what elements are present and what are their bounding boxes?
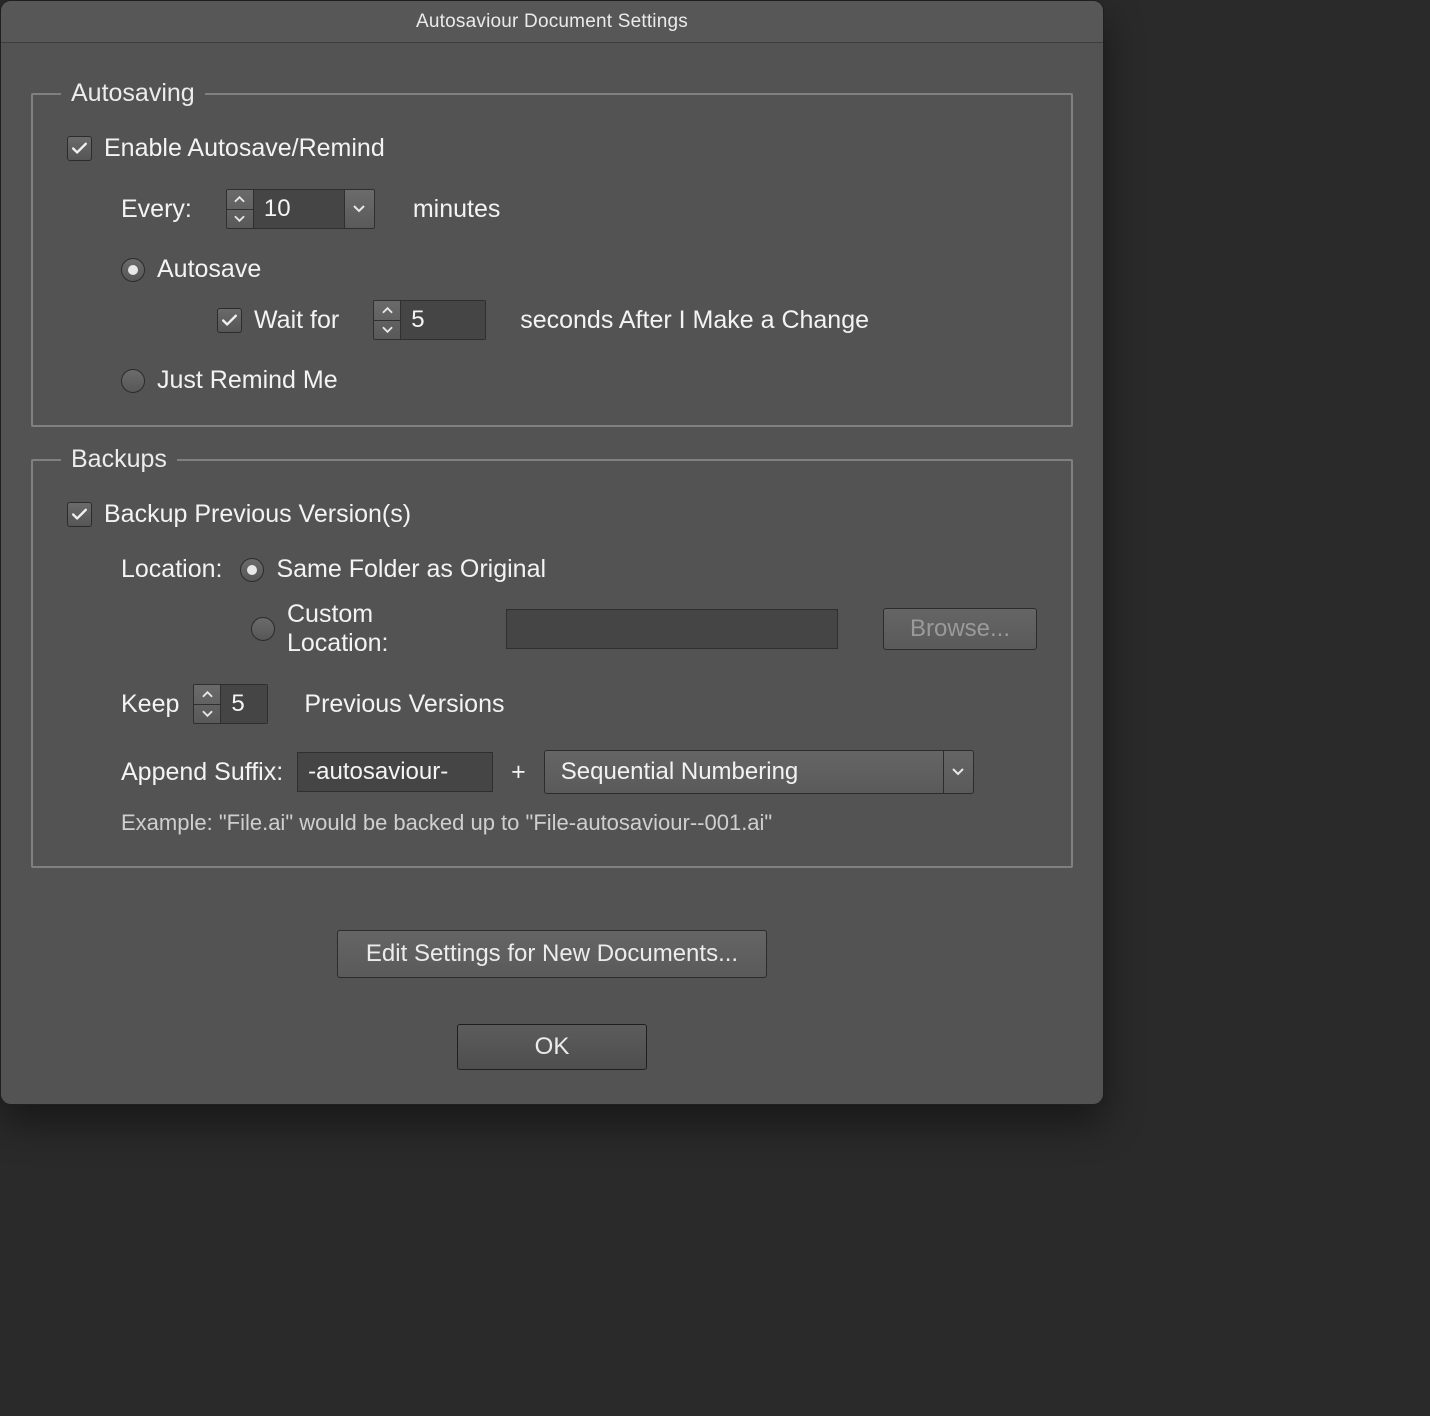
location-label: Location:: [121, 555, 222, 584]
mode-remind-radio[interactable]: [121, 369, 145, 393]
autosaving-group: Autosaving Enable Autosave/Remind Every:…: [31, 79, 1073, 427]
suffix-mode-select[interactable]: Sequential Numbering: [544, 750, 974, 794]
custom-location-radio[interactable]: [251, 617, 275, 641]
every-stepper-arrows[interactable]: [227, 190, 254, 228]
chevron-up-icon[interactable]: [374, 301, 400, 320]
mode-remind-label: Just Remind Me: [157, 366, 338, 395]
wait-stepper-arrows[interactable]: [374, 301, 401, 339]
every-stepper[interactable]: 10: [226, 189, 375, 229]
suffix-field[interactable]: -autosaviour-: [297, 752, 493, 792]
check-icon: [70, 139, 89, 158]
mode-autosave-label: Autosave: [157, 255, 261, 284]
check-icon: [70, 505, 89, 524]
enable-autosave-label: Enable Autosave/Remind: [104, 134, 385, 163]
settings-window: Autosaviour Document Settings Autosaving…: [0, 0, 1104, 1105]
chevron-up-icon[interactable]: [194, 685, 220, 704]
chevron-down-icon[interactable]: [374, 320, 400, 340]
wait-value[interactable]: 5: [401, 301, 485, 339]
wait-checkbox[interactable]: [217, 308, 242, 333]
wait-stepper[interactable]: 5: [373, 300, 486, 340]
plus-label: +: [507, 758, 530, 787]
keep-value[interactable]: 5: [221, 685, 267, 723]
keep-stepper-arrows[interactable]: [194, 685, 221, 723]
autosaving-legend: Autosaving: [61, 79, 205, 108]
chevron-down-icon: [952, 768, 964, 776]
keep-unit-label: Previous Versions: [304, 690, 504, 719]
same-folder-label: Same Folder as Original: [276, 555, 546, 584]
browse-button[interactable]: Browse...: [883, 608, 1037, 650]
mode-autosave-radio[interactable]: [121, 258, 145, 282]
every-value[interactable]: 10: [254, 190, 344, 228]
same-folder-radio[interactable]: [240, 558, 264, 582]
window-body: Autosaving Enable Autosave/Remind Every:…: [1, 43, 1103, 1104]
chevron-down-icon: [353, 205, 365, 213]
keep-label: Keep: [121, 690, 179, 719]
radio-dot-icon: [128, 265, 138, 275]
wait-unit-label: seconds After I Make a Change: [520, 306, 869, 335]
custom-location-label: Custom Location:: [287, 600, 461, 658]
every-label: Every:: [121, 195, 192, 224]
backups-legend: Backups: [61, 445, 177, 474]
chevron-up-icon[interactable]: [227, 190, 253, 209]
radio-dot-icon: [247, 565, 257, 575]
wait-label: Wait for: [254, 306, 339, 335]
example-text: Example: "File.ai" would be backed up to…: [121, 810, 772, 836]
check-icon: [220, 311, 239, 330]
ok-button[interactable]: OK: [457, 1024, 647, 1070]
custom-location-field[interactable]: [506, 609, 839, 649]
suffix-label: Append Suffix:: [121, 758, 283, 787]
enable-backup-checkbox[interactable]: [67, 502, 92, 527]
enable-backup-label: Backup Previous Version(s): [104, 500, 411, 529]
edit-defaults-button[interactable]: Edit Settings for New Documents...: [337, 930, 767, 978]
every-unit-label: minutes: [413, 195, 501, 224]
keep-stepper[interactable]: 5: [193, 684, 268, 724]
backups-group: Backups Backup Previous Version(s) Locat…: [31, 445, 1073, 868]
window-title: Autosaviour Document Settings: [1, 1, 1103, 43]
enable-autosave-checkbox[interactable]: [67, 136, 92, 161]
every-dropdown-button[interactable]: [344, 190, 374, 228]
suffix-mode-value: Sequential Numbering: [545, 758, 814, 786]
chevron-down-icon[interactable]: [194, 704, 220, 724]
select-dropdown-button[interactable]: [943, 751, 973, 793]
chevron-down-icon[interactable]: [227, 209, 253, 229]
